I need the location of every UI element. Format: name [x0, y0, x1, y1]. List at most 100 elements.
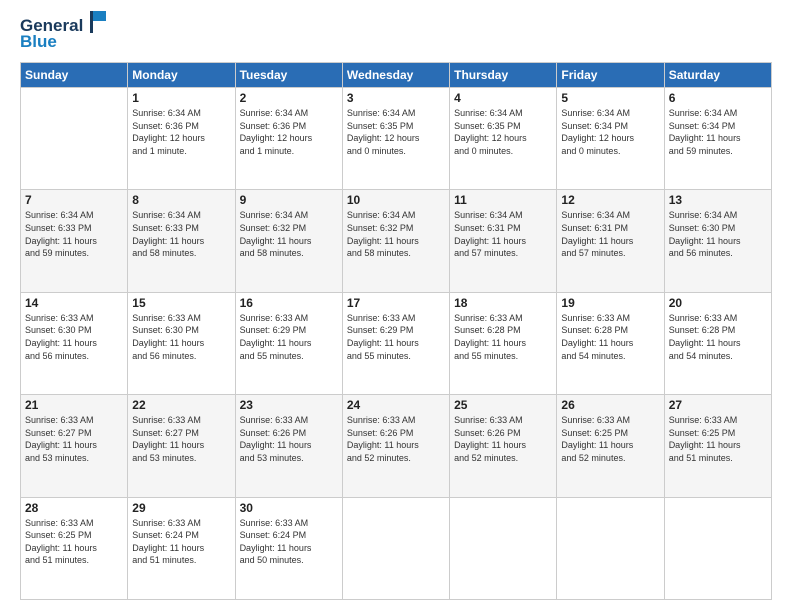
- day-number: 29: [132, 501, 230, 515]
- day-info: Sunrise: 6:34 AM Sunset: 6:32 PM Dayligh…: [240, 209, 338, 259]
- day-cell: 13 Sunrise: 6:34 AM Sunset: 6:30 PM Dayli…: [664, 190, 771, 292]
- day-number: 17: [347, 296, 445, 310]
- day-number: 28: [25, 501, 123, 515]
- day-number: 12: [561, 193, 659, 207]
- day-cell: 18 Sunrise: 6:33 AM Sunset: 6:28 PM Dayli…: [450, 292, 557, 394]
- day-number: 18: [454, 296, 552, 310]
- day-info: Sunrise: 6:34 AM Sunset: 6:33 PM Dayligh…: [25, 209, 123, 259]
- day-number: 9: [240, 193, 338, 207]
- day-cell: [450, 497, 557, 599]
- day-info: Sunrise: 6:34 AM Sunset: 6:34 PM Dayligh…: [669, 107, 767, 157]
- day-cell: 28 Sunrise: 6:33 AM Sunset: 6:25 PM Dayli…: [21, 497, 128, 599]
- day-cell: 26Sunrise: 6:33 AM Sunset: 6:25 PM Dayli…: [557, 395, 664, 497]
- day-info: Sunrise: 6:34 AM Sunset: 6:30 PM Dayligh…: [669, 209, 767, 259]
- day-cell: 30 Sunrise: 6:33 AM Sunset: 6:24 PM Dayli…: [235, 497, 342, 599]
- week-row-1: 1 Sunrise: 6:34 AM Sunset: 6:36 PM Daylig…: [21, 88, 772, 190]
- day-info: Sunrise: 6:33 AM Sunset: 6:27 PM Dayligh…: [25, 414, 123, 464]
- day-info: Sunrise: 6:33 AM Sunset: 6:30 PM Dayligh…: [132, 312, 230, 362]
- day-info: Sunrise: 6:34 AM Sunset: 6:34 PM Dayligh…: [561, 107, 659, 157]
- weekday-header-thursday: Thursday: [450, 63, 557, 88]
- day-info: Sunrise: 6:33 AM Sunset: 6:25 PM Dayligh…: [669, 414, 767, 464]
- day-cell: 29 Sunrise: 6:33 AM Sunset: 6:24 PM Dayli…: [128, 497, 235, 599]
- day-info: Sunrise: 6:33 AM Sunset: 6:25 PM Dayligh…: [25, 517, 123, 567]
- week-row-5: 28 Sunrise: 6:33 AM Sunset: 6:25 PM Dayli…: [21, 497, 772, 599]
- logo-wordmark: General Blue: [20, 16, 108, 52]
- day-cell: 4 Sunrise: 6:34 AM Sunset: 6:35 PM Daylig…: [450, 88, 557, 190]
- week-row-2: 7Sunrise: 6:34 AM Sunset: 6:33 PM Daylig…: [21, 190, 772, 292]
- day-cell: 17Sunrise: 6:33 AM Sunset: 6:29 PM Dayli…: [342, 292, 449, 394]
- day-number: 24: [347, 398, 445, 412]
- day-cell: 12 Sunrise: 6:34 AM Sunset: 6:31 PM Dayli…: [557, 190, 664, 292]
- day-cell: 2 Sunrise: 6:34 AM Sunset: 6:36 PM Daylig…: [235, 88, 342, 190]
- weekday-header-monday: Monday: [128, 63, 235, 88]
- day-info: Sunrise: 6:33 AM Sunset: 6:28 PM Dayligh…: [454, 312, 552, 362]
- day-number: 13: [669, 193, 767, 207]
- day-number: 27: [669, 398, 767, 412]
- day-info: Sunrise: 6:34 AM Sunset: 6:31 PM Dayligh…: [561, 209, 659, 259]
- day-number: 25: [454, 398, 552, 412]
- day-cell: 25 Sunrise: 6:33 AM Sunset: 6:26 PM Dayli…: [450, 395, 557, 497]
- day-cell: 8Sunrise: 6:34 AM Sunset: 6:33 PM Daylig…: [128, 190, 235, 292]
- day-number: 30: [240, 501, 338, 515]
- day-number: 23: [240, 398, 338, 412]
- day-cell: 5 Sunrise: 6:34 AM Sunset: 6:34 PM Daylig…: [557, 88, 664, 190]
- day-info: Sunrise: 6:34 AM Sunset: 6:31 PM Dayligh…: [454, 209, 552, 259]
- day-number: 14: [25, 296, 123, 310]
- day-cell: 10Sunrise: 6:34 AM Sunset: 6:32 PM Dayli…: [342, 190, 449, 292]
- day-info: Sunrise: 6:33 AM Sunset: 6:24 PM Dayligh…: [240, 517, 338, 567]
- day-info: Sunrise: 6:34 AM Sunset: 6:33 PM Dayligh…: [132, 209, 230, 259]
- day-cell: 19 Sunrise: 6:33 AM Sunset: 6:28 PM Dayli…: [557, 292, 664, 394]
- calendar-table: SundayMondayTuesdayWednesdayThursdayFrid…: [20, 62, 772, 600]
- day-number: 21: [25, 398, 123, 412]
- day-cell: 11 Sunrise: 6:34 AM Sunset: 6:31 PM Dayli…: [450, 190, 557, 292]
- day-number: 3: [347, 91, 445, 105]
- weekday-header-sunday: Sunday: [21, 63, 128, 88]
- day-number: 19: [561, 296, 659, 310]
- day-info: Sunrise: 6:34 AM Sunset: 6:35 PM Dayligh…: [347, 107, 445, 157]
- day-cell: 21 Sunrise: 6:33 AM Sunset: 6:27 PM Dayli…: [21, 395, 128, 497]
- day-number: 5: [561, 91, 659, 105]
- day-number: 22: [132, 398, 230, 412]
- day-info: Sunrise: 6:33 AM Sunset: 6:26 PM Dayligh…: [454, 414, 552, 464]
- day-info: Sunrise: 6:33 AM Sunset: 6:26 PM Dayligh…: [347, 414, 445, 464]
- day-cell: 14Sunrise: 6:33 AM Sunset: 6:30 PM Dayli…: [21, 292, 128, 394]
- day-number: 6: [669, 91, 767, 105]
- day-number: 15: [132, 296, 230, 310]
- day-info: Sunrise: 6:34 AM Sunset: 6:36 PM Dayligh…: [240, 107, 338, 157]
- day-cell: 23Sunrise: 6:33 AM Sunset: 6:26 PM Dayli…: [235, 395, 342, 497]
- day-cell: 7Sunrise: 6:34 AM Sunset: 6:33 PM Daylig…: [21, 190, 128, 292]
- weekday-header-tuesday: Tuesday: [235, 63, 342, 88]
- weekday-header-friday: Friday: [557, 63, 664, 88]
- day-cell: 22 Sunrise: 6:33 AM Sunset: 6:27 PM Dayli…: [128, 395, 235, 497]
- day-info: Sunrise: 6:34 AM Sunset: 6:36 PM Dayligh…: [132, 107, 230, 157]
- day-info: Sunrise: 6:34 AM Sunset: 6:32 PM Dayligh…: [347, 209, 445, 259]
- day-info: Sunrise: 6:33 AM Sunset: 6:27 PM Dayligh…: [132, 414, 230, 464]
- day-cell: 15 Sunrise: 6:33 AM Sunset: 6:30 PM Dayli…: [128, 292, 235, 394]
- day-cell: 3 Sunrise: 6:34 AM Sunset: 6:35 PM Daylig…: [342, 88, 449, 190]
- day-number: 20: [669, 296, 767, 310]
- day-cell: [664, 497, 771, 599]
- day-info: Sunrise: 6:33 AM Sunset: 6:28 PM Dayligh…: [669, 312, 767, 362]
- day-cell: 24 Sunrise: 6:33 AM Sunset: 6:26 PM Dayli…: [342, 395, 449, 497]
- day-cell: 20 Sunrise: 6:33 AM Sunset: 6:28 PM Dayli…: [664, 292, 771, 394]
- header: General Blue: [20, 16, 772, 52]
- day-cell: [21, 88, 128, 190]
- day-info: Sunrise: 6:33 AM Sunset: 6:25 PM Dayligh…: [561, 414, 659, 464]
- weekday-header-saturday: Saturday: [664, 63, 771, 88]
- day-number: 16: [240, 296, 338, 310]
- day-info: Sunrise: 6:33 AM Sunset: 6:24 PM Dayligh…: [132, 517, 230, 567]
- day-number: 4: [454, 91, 552, 105]
- day-cell: 16 Sunrise: 6:33 AM Sunset: 6:29 PM Dayli…: [235, 292, 342, 394]
- day-number: 1: [132, 91, 230, 105]
- calendar-body: 1 Sunrise: 6:34 AM Sunset: 6:36 PM Daylig…: [21, 88, 772, 600]
- logo-flag-icon: [86, 11, 108, 33]
- day-info: Sunrise: 6:33 AM Sunset: 6:28 PM Dayligh…: [561, 312, 659, 362]
- day-number: 2: [240, 91, 338, 105]
- day-cell: [557, 497, 664, 599]
- day-info: Sunrise: 6:33 AM Sunset: 6:29 PM Dayligh…: [240, 312, 338, 362]
- week-row-4: 21 Sunrise: 6:33 AM Sunset: 6:27 PM Dayli…: [21, 395, 772, 497]
- day-cell: 6 Sunrise: 6:34 AM Sunset: 6:34 PM Daylig…: [664, 88, 771, 190]
- weekday-header-wednesday: Wednesday: [342, 63, 449, 88]
- day-info: Sunrise: 6:34 AM Sunset: 6:35 PM Dayligh…: [454, 107, 552, 157]
- day-number: 11: [454, 193, 552, 207]
